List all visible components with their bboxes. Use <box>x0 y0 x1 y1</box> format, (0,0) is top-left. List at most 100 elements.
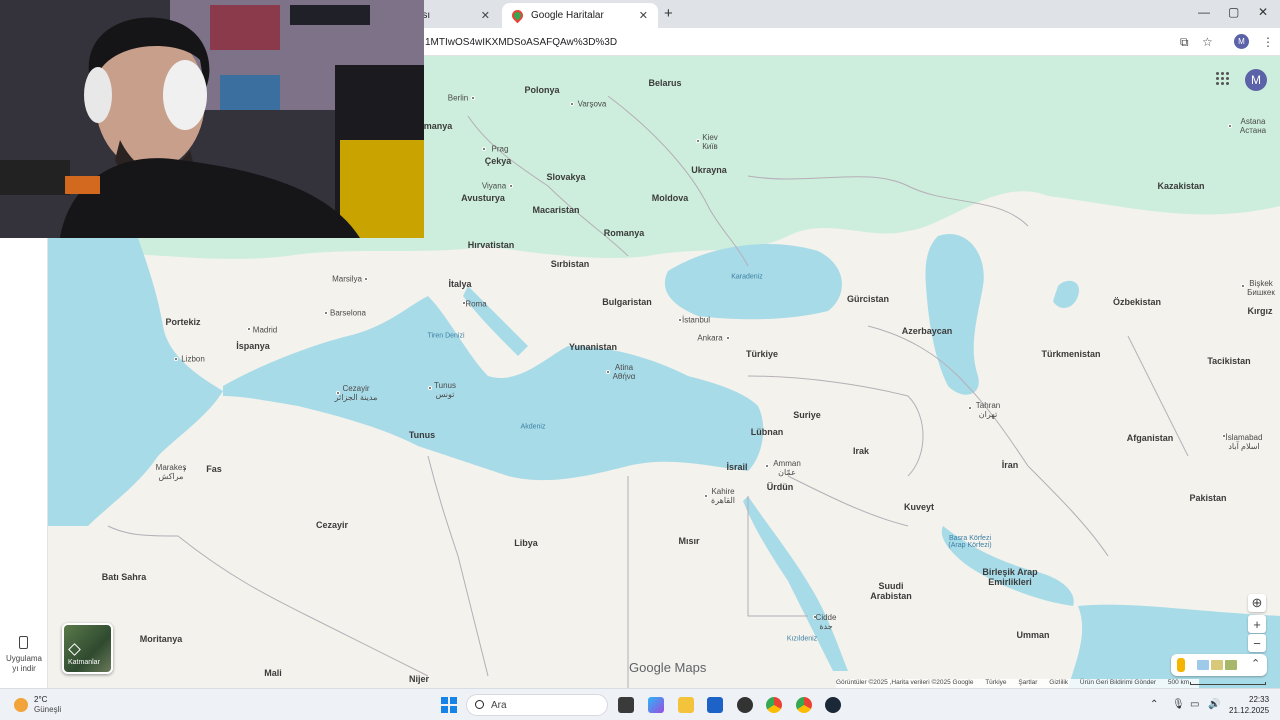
terms-link[interactable]: Şartlar <box>1018 679 1037 686</box>
weather-sun-icon[interactable] <box>14 698 28 712</box>
browser-menu-icon[interactable]: ⋮ <box>1262 35 1274 49</box>
imagery-thumb[interactable] <box>1211 660 1223 670</box>
expand-icon[interactable]: ⌃ <box>1251 657 1260 670</box>
region-link[interactable]: Türkiye <box>985 679 1006 686</box>
new-tab-button[interactable]: + <box>664 5 673 22</box>
volume-icon[interactable]: 🔊 <box>1208 699 1220 710</box>
maps-pin-icon <box>509 7 526 24</box>
country-label: Romanya <box>603 228 645 238</box>
feedback-link[interactable]: Ürün Geri Bildirimi Gönder <box>1080 679 1156 686</box>
privacy-link[interactable]: Gizlilik <box>1049 679 1068 686</box>
zoom-out-button[interactable]: − <box>1248 634 1266 652</box>
tab-close-icon[interactable]: ✕ <box>481 9 490 22</box>
tab-google-maps-label: Google Haritalar <box>531 10 604 21</box>
screen: tası ✕ Google Haritalar ✕ + — ▢ ✕ 1MTIwO… <box>0 0 1280 720</box>
tab-google-maps[interactable]: Google Haritalar ✕ <box>502 3 658 28</box>
city-label: Tahran تهران <box>975 401 1001 419</box>
country-label: Libya <box>514 538 538 548</box>
country-label: Umman <box>1016 630 1050 640</box>
google-apps-icon[interactable] <box>1216 72 1230 86</box>
maximize-button[interactable]: ▢ <box>1228 5 1239 19</box>
webcam-overlay <box>0 0 424 238</box>
country-label: Batı Sahra <box>101 572 147 582</box>
app-download-label: Uygulama yı indir <box>5 654 42 673</box>
system-clock[interactable]: 22:33 21.12.2025 <box>1229 694 1269 716</box>
city-label: Kiev Київ <box>702 133 718 151</box>
city-label: Tunus تونس <box>434 381 456 399</box>
country-label: Irak <box>852 446 870 456</box>
country-label: Nijer <box>408 674 430 684</box>
city-marker <box>968 406 972 410</box>
country-label: Suriye <box>793 410 821 420</box>
city-marker <box>606 370 610 374</box>
country-label: Tacikistan <box>1207 356 1251 366</box>
weather-temperature[interactable]: 2°C <box>34 695 47 704</box>
file-explorer-icon[interactable] <box>678 697 694 713</box>
copilot-icon[interactable] <box>648 697 664 713</box>
country-label: Türkmenistan <box>1041 349 1101 359</box>
city-marker <box>570 102 574 106</box>
city-label: Astana Астана <box>1239 117 1267 135</box>
taskbar-search[interactable]: Ara <box>466 694 608 716</box>
minimize-button[interactable]: — <box>1198 5 1210 19</box>
country-label: İran <box>1001 460 1019 470</box>
close-window-button[interactable]: ✕ <box>1258 5 1268 19</box>
country-label: Polonya <box>524 85 560 95</box>
attribution-text: Görüntüler ©2025 ,Harita verileri ©2025 … <box>836 679 974 686</box>
city-label: Prag <box>491 144 509 154</box>
country-label: Kırgız <box>1247 306 1273 316</box>
city-marker <box>726 336 730 340</box>
country-label: Birleşik Arap Emirlikleri <box>982 567 1038 587</box>
my-location-button[interactable]: ⊕ <box>1248 594 1266 612</box>
layers-button[interactable]: Katmanlar <box>62 623 113 674</box>
bookmark-star-icon[interactable]: ☆ <box>1202 35 1213 49</box>
country-label: Bulgaristan <box>602 297 652 307</box>
webcam-image <box>0 0 424 238</box>
phone-icon <box>19 636 28 649</box>
sea-label: Akdeniz <box>520 423 546 431</box>
microphone-icon[interactable]: 🎙 <box>1172 699 1185 710</box>
pegman-icon[interactable] <box>1177 658 1185 672</box>
taskbar: 2°C Güneşli Ara ⌃ 🎙 ▭ 🔊 22:33 21.12.2025 <box>0 688 1280 720</box>
city-marker <box>364 277 368 281</box>
store-icon[interactable] <box>707 697 723 713</box>
city-label: Bişkek Бишкек <box>1247 279 1275 297</box>
app-download-link[interactable]: Uygulama yı indir <box>0 654 48 674</box>
country-label: Azerbaycan <box>901 326 953 336</box>
tray-chevron-icon[interactable]: ⌃ <box>1150 699 1158 710</box>
steam-icon[interactable] <box>825 697 841 713</box>
country-label: İspanya <box>236 341 270 351</box>
country-label: Ukrayna <box>691 165 727 175</box>
country-label: Kazakistan <box>1157 181 1205 191</box>
city-marker <box>704 494 708 498</box>
windows-start-icon[interactable] <box>441 697 457 713</box>
city-marker <box>509 184 513 188</box>
imagery-thumb[interactable] <box>1225 660 1237 670</box>
city-marker <box>428 386 432 390</box>
install-app-icon[interactable]: ⧉ <box>1180 35 1189 50</box>
zoom-in-button[interactable]: + <box>1248 615 1266 633</box>
country-label: Kuveyt <box>903 502 935 512</box>
country-label: Yunanistan <box>568 342 618 352</box>
network-icon[interactable]: ▭ <box>1190 699 1199 710</box>
url-field[interactable]: 1MTIwOS4wIKXMDSoASAFQAw%3D%3D <box>425 37 617 48</box>
sea-label: Kızıldeniz <box>786 635 818 643</box>
layers-label: Katmanlar <box>68 659 100 666</box>
tab-close-icon[interactable]: ✕ <box>639 9 648 22</box>
app-icon[interactable] <box>737 697 753 713</box>
imagery-thumb[interactable] <box>1197 660 1209 670</box>
country-label: Suudi Arabistan <box>870 581 912 601</box>
my-location-icon: ⊕ <box>1251 595 1263 610</box>
chrome-profile-icon[interactable] <box>796 697 812 713</box>
weather-condition[interactable]: Güneşli <box>34 705 61 714</box>
city-marker <box>1241 284 1245 288</box>
country-label: Macaristan <box>532 205 580 215</box>
chrome-icon[interactable] <box>766 697 782 713</box>
task-view-icon[interactable] <box>618 697 634 713</box>
city-marker <box>1228 124 1232 128</box>
country-label: Afganistan <box>1126 433 1174 443</box>
city-label: Cidde جدة <box>815 613 837 631</box>
profile-avatar[interactable]: M <box>1234 34 1249 49</box>
scale-bar <box>1190 682 1266 685</box>
account-avatar[interactable]: M <box>1245 69 1267 91</box>
